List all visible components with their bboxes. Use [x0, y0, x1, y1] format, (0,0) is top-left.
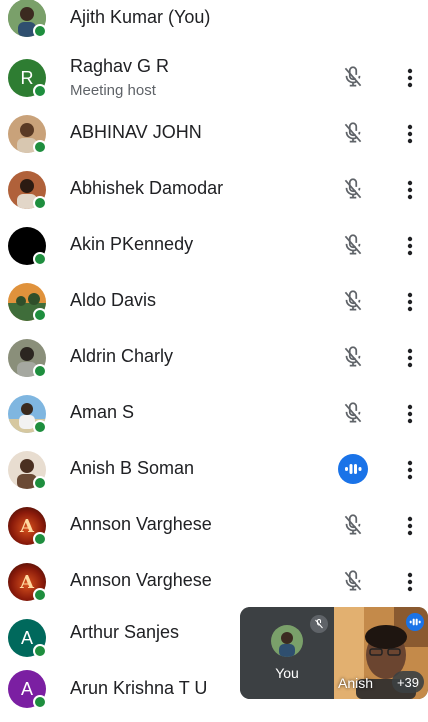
more-options-icon[interactable] — [402, 67, 418, 89]
mic-off-icon — [344, 402, 362, 423]
mic-off-icon — [344, 290, 362, 311]
self-label: You — [275, 665, 299, 681]
more-options-icon[interactable] — [402, 179, 418, 201]
mic-off-icon — [344, 346, 362, 367]
picture-in-picture-window[interactable]: You Anish +39 — [240, 607, 428, 699]
more-options-icon[interactable] — [402, 571, 418, 593]
avatar: A — [8, 563, 47, 602]
avatar — [8, 339, 47, 378]
online-indicator — [33, 644, 47, 658]
participant-name: Abhishek Damodar — [70, 178, 224, 198]
online-indicator — [33, 420, 47, 434]
participant-row[interactable]: Akin PKennedy — [0, 218, 428, 274]
avatar — [8, 115, 47, 154]
online-indicator — [33, 252, 47, 266]
participant-name: ABHINAV JOHN — [70, 122, 202, 142]
participant-role: Meeting host — [70, 82, 156, 99]
mic-off-icon — [344, 66, 362, 87]
participant-row[interactable]: A Annson Varghese — [0, 554, 428, 610]
participant-name: Akin PKennedy — [70, 234, 194, 254]
mic-off-icon — [344, 122, 362, 143]
avatar: A — [8, 507, 47, 546]
participant-name: Annson Varghese — [70, 514, 212, 534]
online-indicator — [33, 588, 47, 602]
participant-name: Aldrin Charly — [70, 346, 174, 366]
avatar — [8, 451, 47, 490]
participant-row[interactable]: A Annson Varghese — [0, 498, 428, 554]
more-options-icon[interactable] — [402, 291, 418, 313]
more-participants-badge: +39 — [391, 671, 424, 693]
participant-row[interactable]: ABHINAV JOHN — [0, 106, 428, 162]
online-indicator — [33, 364, 47, 378]
more-options-icon[interactable] — [402, 403, 418, 425]
online-indicator — [33, 695, 47, 709]
online-indicator — [33, 84, 47, 98]
participant-name: Aman S — [70, 402, 135, 422]
avatar: R — [8, 59, 47, 98]
participant-row[interactable]: Aldo Davis — [0, 274, 428, 330]
online-indicator — [33, 196, 47, 210]
participant-row[interactable]: Anish B Soman — [0, 442, 428, 498]
participant-row[interactable]: R Raghav G R Meeting host — [0, 50, 428, 106]
online-indicator — [33, 532, 47, 546]
more-options-icon[interactable] — [402, 347, 418, 369]
self-avatar — [271, 625, 303, 657]
avatar — [8, 283, 47, 322]
mic-off-icon — [344, 570, 362, 591]
participant-row[interactable]: Aman S — [0, 386, 428, 442]
more-options-icon[interactable] — [402, 123, 418, 145]
participant-name: Anish B Soman — [70, 458, 195, 478]
online-indicator — [33, 308, 47, 322]
participant-name: Annson Varghese — [70, 570, 212, 590]
speaking-indicator-icon — [338, 454, 368, 484]
online-indicator — [33, 140, 47, 154]
avatar: A — [8, 619, 47, 658]
participant-row[interactable]: Aldrin Charly — [0, 330, 428, 386]
self-tile[interactable]: You — [240, 607, 334, 699]
online-indicator — [33, 476, 47, 490]
speaking-indicator-icon — [406, 613, 424, 631]
avatar: A — [8, 670, 47, 709]
participant-name: Arthur Sanjes — [70, 622, 180, 642]
mic-off-icon — [344, 514, 362, 535]
more-options-icon[interactable] — [402, 459, 418, 481]
mic-off-icon — [310, 615, 328, 633]
participant-name: Aldo Davis — [70, 290, 157, 310]
participant-name: Arun Krishna T U — [70, 678, 208, 698]
more-options-icon[interactable] — [402, 235, 418, 257]
more-options-icon[interactable] — [402, 515, 418, 537]
speaker-name: Anish — [338, 675, 374, 691]
avatar — [8, 171, 47, 210]
speaker-tile[interactable]: Anish +39 — [334, 607, 428, 699]
mic-off-icon — [344, 234, 362, 255]
participant-row[interactable]: Ajith Kumar (You) — [0, 0, 428, 46]
avatar — [8, 227, 47, 266]
participant-name: Ajith Kumar (You) — [70, 7, 211, 27]
mic-off-icon — [344, 178, 362, 199]
participant-row[interactable]: Abhishek Damodar — [0, 162, 428, 218]
online-indicator — [33, 24, 47, 38]
avatar — [8, 395, 47, 434]
avatar — [8, 0, 47, 38]
participant-name: Raghav G R — [70, 56, 170, 76]
